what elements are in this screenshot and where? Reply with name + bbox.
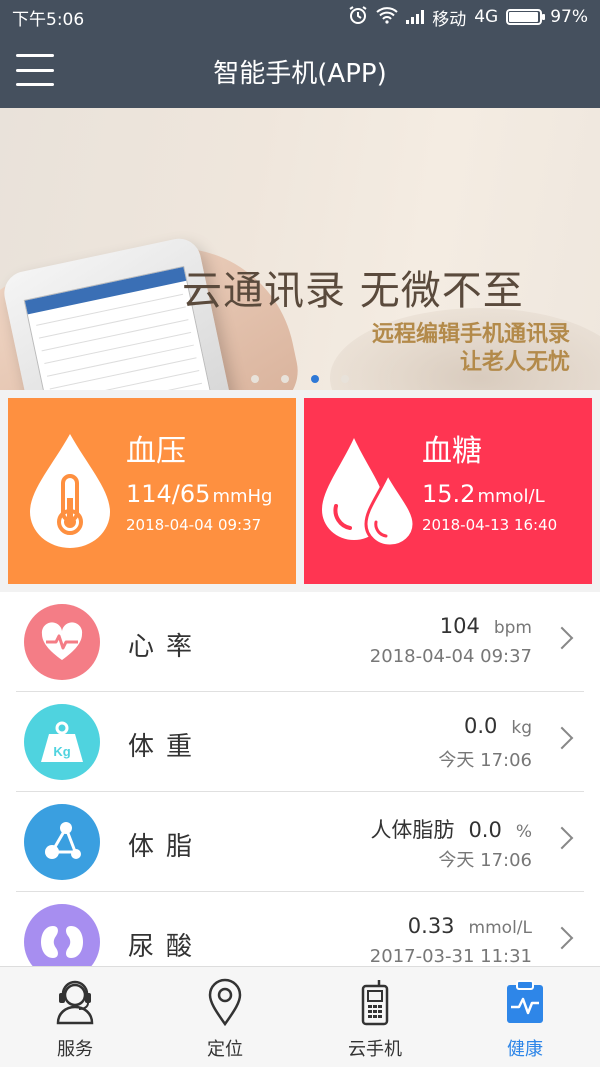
metric-label: 体重: [128, 732, 205, 762]
metric-value-line: 人体脂肪 0.0 %: [370, 814, 532, 844]
tab-location[interactable]: 定位: [150, 967, 300, 1067]
battery-percent: 97%: [550, 7, 588, 27]
battery-level: [509, 12, 539, 22]
kidney-icon: [24, 904, 100, 966]
blood-pressure-time: 2018-04-04 09:37: [126, 516, 262, 534]
tab-label: 定位: [207, 1039, 243, 1060]
location-pin-icon: [201, 977, 249, 1027]
app-header: 智能手机(APP): [0, 34, 600, 108]
metric-time: 2017-03-31 11:31: [369, 946, 532, 966]
tab-label: 服务: [57, 1039, 93, 1060]
blood-sugar-title: 血糖: [422, 434, 482, 469]
metric-value: 0.33: [407, 914, 455, 938]
status-time: 下午5:06: [12, 9, 85, 30]
weight-kg-icon: Kg: [24, 704, 100, 780]
metric-value: 0.0: [468, 818, 502, 842]
feature-phone-icon: [351, 977, 399, 1027]
tab-label: 健康: [507, 1039, 543, 1060]
signal-icon: [406, 10, 425, 24]
pagination-dot[interactable]: [281, 375, 289, 383]
status-icons: 移动 4G 97%: [348, 5, 588, 30]
carrier-label: 移动: [432, 9, 467, 30]
metric-value-line: 0.0 kg: [464, 714, 532, 738]
battery-icon: [506, 9, 546, 25]
metric-time: 今天 17:06: [438, 850, 532, 871]
chevron-right-icon: [550, 926, 574, 950]
blood-pressure-number: 114/65: [126, 480, 211, 508]
heart-rate-icon: [24, 604, 100, 680]
blood-sugar-number: 15.2: [422, 480, 476, 508]
tab-service[interactable]: 服务: [0, 967, 150, 1067]
pagination-dot-active[interactable]: [311, 375, 319, 383]
alarm-icon: [348, 5, 368, 30]
pagination-dot[interactable]: [341, 375, 349, 383]
bottom-tab-bar: 服务 定位 云手机 健康: [0, 966, 600, 1067]
status-bar: 下午5:06 移动 4G 97%: [0, 0, 600, 34]
banner-title: 云通讯录 无微不至: [182, 268, 524, 314]
health-metrics-list: 心率 104 bpm 2018-04-04 09:37 Kg 体重 0.0 kg…: [0, 592, 600, 966]
blood-drops-icon: [322, 438, 414, 548]
tab-health[interactable]: 健康: [450, 967, 600, 1067]
promo-banner[interactable]: 云通讯录 无微不至 远程编辑手机通讯录 让老人无忧: [0, 108, 600, 390]
blood-pressure-value: 114/65 mmHg: [126, 480, 272, 508]
pagination-dot[interactable]: [251, 375, 259, 383]
metric-unit: %: [515, 822, 532, 842]
metric-label: 心率: [128, 632, 205, 662]
metric-row-weight[interactable]: Kg 体重 0.0 kg 今天 17:06: [16, 692, 584, 792]
metric-time: 今天 17:06: [438, 750, 532, 771]
metric-value-line: 104 bpm: [440, 614, 532, 638]
banner-subtitle-2: 让老人无忧: [459, 350, 570, 375]
tab-label: 云手机: [348, 1039, 402, 1060]
metric-unit: kg: [511, 718, 532, 738]
thermometer-drop-icon: [30, 434, 110, 548]
banner-pagination: [0, 375, 600, 383]
metric-unit: mmol/L: [468, 918, 532, 938]
blood-pressure-title: 血压: [126, 434, 186, 469]
blood-sugar-value: 15.2 mmol/L: [422, 480, 545, 508]
blood-pressure-card[interactable]: 血压 114/65 mmHg 2018-04-04 09:37: [8, 398, 296, 584]
svg-text:Kg: Kg: [53, 744, 70, 759]
metric-value: 0.0: [463, 714, 498, 738]
metric-prefix: 人体脂肪: [370, 818, 455, 842]
chevron-right-icon: [550, 826, 574, 850]
blood-sugar-card[interactable]: 血糖 15.2 mmol/L 2018-04-13 16:40: [304, 398, 592, 584]
blood-sugar-time: 2018-04-13 16:40: [422, 516, 558, 534]
metric-row-uric-acid[interactable]: 尿酸 0.33 mmol/L 2017-03-31 11:31: [16, 892, 584, 966]
metric-row-heart-rate[interactable]: 心率 104 bpm 2018-04-04 09:37: [16, 592, 584, 692]
page-title: 智能手机(APP): [213, 58, 387, 89]
metric-label: 体脂: [128, 832, 205, 862]
tab-cloud-phone[interactable]: 云手机: [300, 967, 450, 1067]
body-fat-molecule-icon: [24, 804, 100, 880]
metric-time: 2018-04-04 09:37: [369, 646, 532, 667]
hamburger-menu-icon[interactable]: [16, 54, 54, 86]
customer-service-icon: [51, 977, 99, 1027]
health-clipboard-icon: [501, 977, 549, 1027]
metric-row-body-fat[interactable]: 体脂 人体脂肪 0.0 % 今天 17:06: [16, 792, 584, 892]
metric-label: 尿酸: [128, 932, 205, 962]
network-label: 4G: [474, 7, 499, 27]
metric-value-line: 0.33 mmol/L: [408, 914, 532, 938]
metric-value: 104: [439, 614, 480, 638]
blood-sugar-unit: mmol/L: [477, 486, 545, 507]
blood-pressure-unit: mmHg: [212, 486, 273, 507]
chevron-right-icon: [550, 626, 574, 650]
metric-unit: bpm: [493, 618, 532, 638]
wifi-icon: [376, 6, 398, 29]
chevron-right-icon: [550, 726, 574, 750]
